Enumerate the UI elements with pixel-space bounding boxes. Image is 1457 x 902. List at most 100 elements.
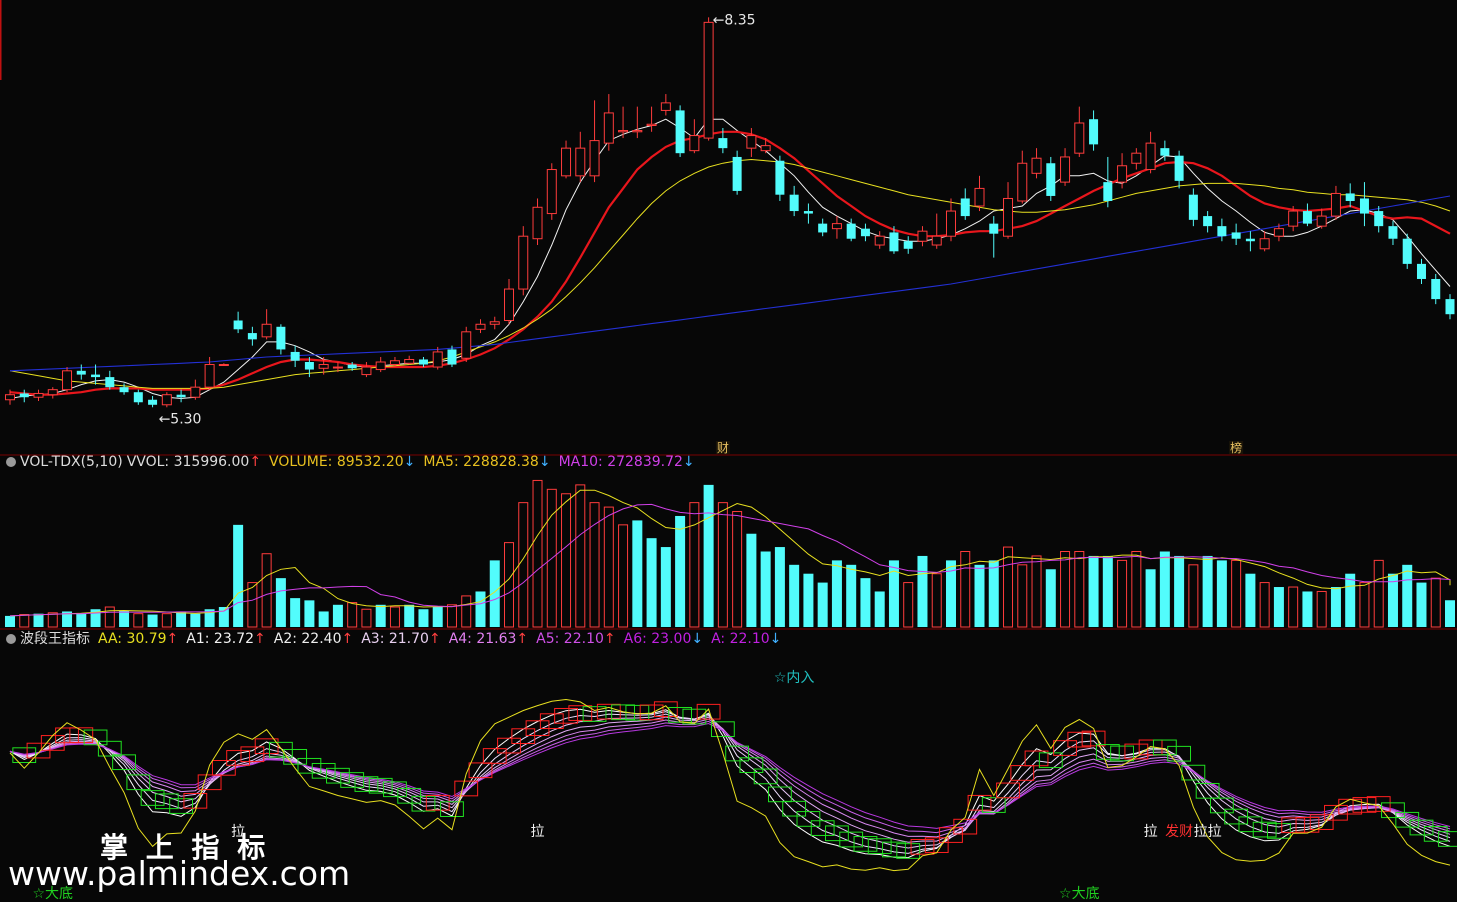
volume-bar	[760, 551, 771, 627]
candle-body	[1217, 226, 1227, 237]
volume-bar	[675, 515, 686, 627]
volume-bar	[746, 533, 757, 627]
candle-body	[1445, 299, 1455, 315]
candle-body	[860, 228, 870, 237]
volume-value: VOLUME: 89532.20	[269, 454, 404, 470]
volume-bar	[446, 604, 457, 628]
volume-bar	[1074, 551, 1085, 628]
indicator-toggle-icon[interactable]	[6, 457, 16, 467]
candle-body	[1416, 263, 1426, 279]
a-arrow: ↓	[769, 631, 782, 647]
candle-body	[1089, 119, 1099, 145]
candle-body	[903, 241, 913, 249]
candle-body	[703, 21, 714, 139]
event-marker: 财	[717, 441, 729, 455]
stock-chart: ←8.35←5.30财榜拉拉拉拉拉发财应减仓了☆内入☆大底☆大底	[0, 0, 1457, 902]
candle-body	[1160, 148, 1170, 156]
volume-bar	[575, 484, 586, 628]
volume-bar	[1316, 590, 1327, 628]
candle-body	[1231, 232, 1241, 239]
candle-body	[62, 370, 73, 391]
volume-bar	[104, 606, 115, 628]
candle-body	[746, 135, 757, 149]
candle-body	[1359, 198, 1369, 214]
high-price-label: ←8.35	[713, 12, 756, 28]
stair-box	[425, 794, 450, 811]
watermark-url: www.palmindex.com	[8, 854, 351, 893]
volume-bar	[1102, 555, 1113, 627]
candle-body	[546, 169, 557, 215]
volume-bar	[461, 595, 472, 628]
volume-bar	[1216, 560, 1227, 627]
volume-bar	[1402, 564, 1413, 627]
candle-body	[504, 288, 515, 321]
stair-box	[796, 811, 821, 827]
volume-bar	[703, 484, 714, 627]
candle-body	[818, 223, 828, 233]
candle-body	[1245, 238, 1255, 242]
candle-body	[1316, 215, 1327, 227]
volume-bar	[1245, 573, 1256, 627]
candle-body	[190, 386, 201, 398]
candle-body	[1117, 165, 1128, 183]
candle-body	[775, 160, 785, 195]
volume-bar	[1145, 569, 1156, 627]
candle-body	[660, 102, 671, 111]
candle-body	[532, 206, 543, 240]
signal-label: 拉	[531, 824, 545, 840]
volume-bar	[332, 604, 343, 627]
candle-body	[589, 140, 600, 177]
vol-name: VOL-TDX(5,10)	[20, 454, 123, 470]
volume-bar	[275, 578, 286, 627]
volume-bar	[133, 613, 144, 628]
a-value: A: 22.10	[711, 631, 770, 647]
candle-body	[1174, 155, 1184, 181]
volume-bar	[974, 564, 985, 627]
a4-arrow: ↑	[516, 631, 529, 647]
volume-bar	[5, 615, 15, 627]
volume-bar	[119, 611, 130, 627]
signal-label: 拉	[1144, 824, 1158, 840]
candle-body	[874, 235, 885, 246]
ma-line-ma5	[9, 118, 1451, 400]
a3-arrow: ↑	[428, 631, 441, 647]
volume-bar	[233, 524, 244, 627]
volume-bar	[318, 611, 329, 627]
candle-body	[404, 358, 415, 364]
volume-bar	[931, 573, 942, 628]
ma-line-ma10	[9, 130, 1451, 396]
volume-bar	[176, 611, 187, 627]
volume-bar	[1273, 587, 1284, 627]
candle-body	[489, 321, 500, 325]
volume-bar	[1288, 586, 1299, 628]
candle-body	[1003, 197, 1014, 237]
volume-bar	[1302, 591, 1313, 627]
candle-body	[945, 210, 956, 237]
volume-bar	[860, 578, 871, 627]
volume-bar	[1330, 587, 1341, 627]
volume-bar	[1003, 546, 1014, 628]
candle-body	[347, 364, 357, 369]
candle-body	[1302, 211, 1312, 224]
candle-body	[1431, 278, 1441, 300]
a5-value: A5: 22.10	[536, 631, 604, 647]
vol-ma10-value: MA10: 272839.72	[558, 454, 683, 470]
a6-arrow: ↓	[691, 631, 704, 647]
candle-body	[447, 349, 457, 365]
volume-bar	[1017, 564, 1028, 628]
candle-body	[689, 135, 700, 152]
indicator-toggle-icon[interactable]	[6, 634, 16, 644]
candle-body	[1402, 238, 1412, 264]
volume-arrow: ↓	[403, 454, 416, 470]
candle-body	[889, 232, 899, 252]
candle-body	[603, 112, 614, 144]
candle-body	[1273, 228, 1284, 237]
signal-label: 发财	[1165, 824, 1193, 840]
candle-body	[675, 110, 685, 154]
low-price-label: ←5.30	[159, 411, 202, 427]
volume-bar	[1231, 559, 1242, 628]
volume-bar	[76, 613, 87, 627]
candle-body	[418, 359, 428, 365]
stair-box	[254, 738, 279, 755]
volume-bar	[988, 560, 999, 627]
